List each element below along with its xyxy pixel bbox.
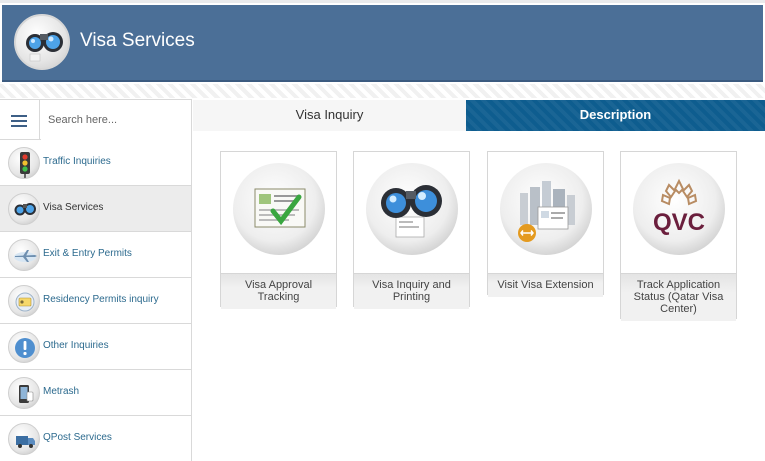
approval-document-icon (233, 163, 325, 255)
binoculars-icon (366, 163, 458, 255)
page-title: Visa Services (80, 30, 195, 51)
sidebar-item-label: Residency Permits inquiry (43, 294, 159, 305)
tab-bar: Visa Inquiry Description (193, 100, 765, 131)
qvc-logo-icon: QVC (633, 163, 725, 255)
sidebar-search-row (0, 99, 191, 140)
sidebar-item-metrash[interactable]: Metrash (0, 370, 191, 416)
airplane-icon (8, 239, 40, 271)
sidebar-item-visa-services[interactable]: Visa Services (0, 186, 191, 232)
top-border (0, 0, 765, 3)
card-label: Visa Approval Tracking (221, 273, 336, 309)
service-card-visa-approval-tracking[interactable]: Visa Approval Tracking (220, 151, 337, 309)
sidebar-item-label: Visa Services (43, 202, 104, 213)
hamburger-menu-icon[interactable] (0, 100, 40, 140)
sidebar-item-qpost-services[interactable]: QPost Services (0, 416, 191, 461)
sidebar-item-exit-entry-permits[interactable]: Exit & Entry Permits (0, 232, 191, 278)
card-label: Track Application Status (Qatar Visa Cen… (621, 273, 736, 321)
delivery-truck-icon (8, 423, 40, 455)
tab-description[interactable]: Description (466, 100, 765, 131)
service-card-visa-inquiry-printing[interactable]: Visa Inquiry and Printing (353, 151, 470, 309)
service-card-visit-visa-extension[interactable]: Visit Visa Extension (487, 151, 604, 297)
traffic-light-icon (8, 147, 40, 179)
binoculars-icon (14, 14, 70, 70)
sidebar-item-label: QPost Services (43, 432, 112, 443)
sidebar-item-traffic-inquiries[interactable]: Traffic Inquiries (0, 140, 191, 186)
svg-text:QVC: QVC (653, 209, 705, 236)
sidebar-item-label: Exit & Entry Permits (43, 248, 132, 259)
residency-card-icon (8, 285, 40, 317)
exclamation-icon (8, 331, 40, 363)
card-label: Visit Visa Extension (488, 273, 603, 297)
page-header: Visa Services (2, 5, 763, 82)
sidebar-item-label: Traffic Inquiries (43, 156, 111, 167)
decorative-pattern-strip (0, 84, 765, 98)
sidebar-item-label: Other Inquiries (43, 340, 109, 351)
service-card-track-application-qvc[interactable]: QVC Track Application Status (Qatar Visa… (620, 151, 737, 321)
search-input[interactable] (41, 100, 191, 140)
sidebar-item-residency-permits[interactable]: Residency Permits inquiry (0, 278, 191, 324)
city-extension-icon (500, 163, 592, 255)
sidebar-item-label: Metrash (43, 386, 80, 397)
tab-visa-inquiry[interactable]: Visa Inquiry (193, 100, 466, 131)
binoculars-icon (8, 193, 40, 225)
card-label: Visa Inquiry and Printing (354, 273, 469, 309)
phone-icon (8, 377, 40, 409)
sidebar: Traffic Inquiries Visa Services (0, 99, 192, 461)
sidebar-item-other-inquiries[interactable]: Other Inquiries (0, 324, 191, 370)
